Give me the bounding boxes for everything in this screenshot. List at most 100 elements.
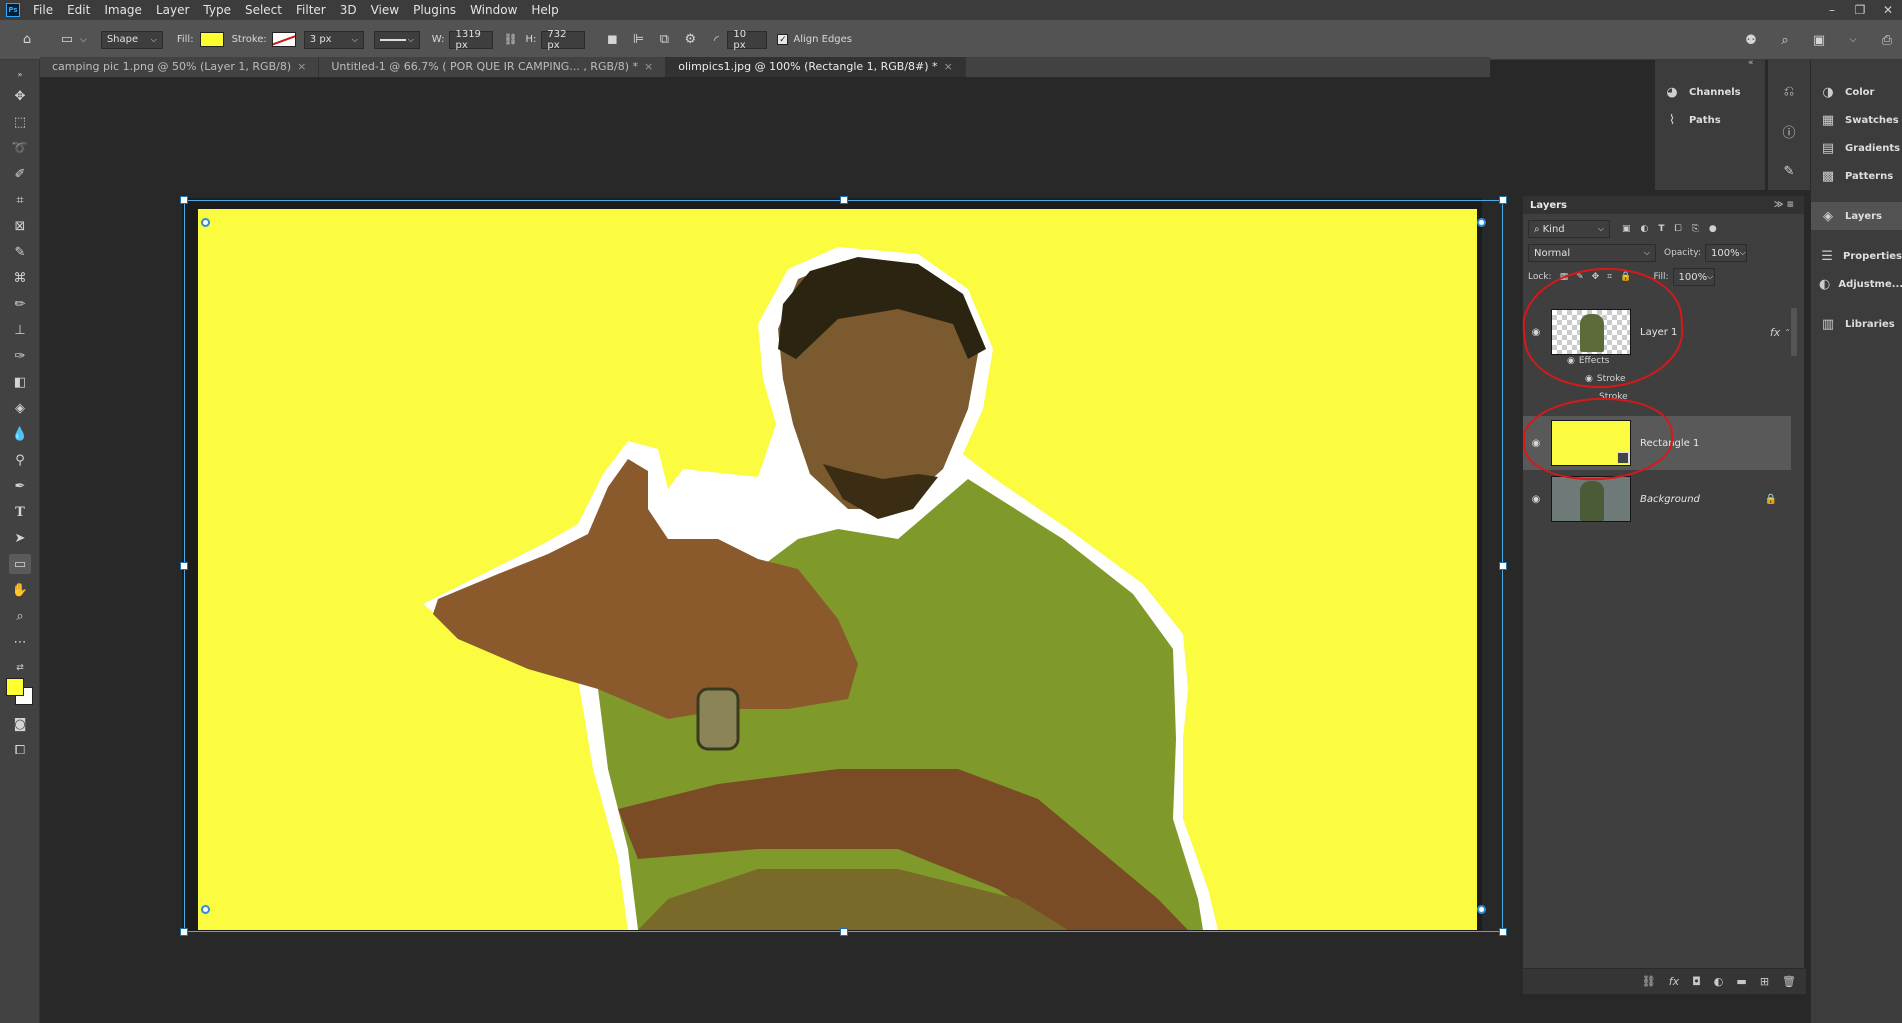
adjustment-layer-icon[interactable]: ◐ — [1714, 975, 1724, 988]
add-layer-style-icon[interactable]: fx — [1669, 975, 1679, 988]
type-tool-icon[interactable]: T — [9, 502, 31, 522]
share-icon[interactable]: ⚉ — [1742, 31, 1760, 49]
tool-preset-icon[interactable]: ▭ — [58, 31, 76, 49]
link-layers-icon[interactable]: ⛓ — [1642, 975, 1656, 988]
eye-icon[interactable]: ◉ — [1529, 494, 1543, 505]
menu-help[interactable]: Help — [524, 0, 565, 20]
collapse-panel-icon[interactable]: « — [1748, 58, 1754, 68]
history-brush-tool-icon[interactable]: ✑ — [9, 346, 31, 366]
dock-item-adjustments[interactable]: ◐ Adjustme... — [1811, 270, 1902, 298]
filter-toggle-icon[interactable]: ● — [1709, 224, 1717, 234]
filter-adjustment-icon[interactable]: ◐ — [1641, 224, 1649, 234]
close-icon[interactable]: × — [297, 60, 306, 73]
more-tools-icon[interactable]: ⋯ — [9, 632, 31, 652]
frame-tool-icon[interactable]: ⊠ — [9, 216, 31, 236]
height-field[interactable]: 732 px — [541, 29, 586, 51]
layer-effects-badge[interactable]: fx — [1770, 326, 1780, 339]
screen-mode-icon[interactable]: ⧠ — [9, 740, 31, 760]
layer-row-background[interactable]: ◉ Background 🔒 — [1523, 474, 1791, 524]
rectangle-tool-icon[interactable]: ▭ — [9, 554, 31, 574]
close-icon[interactable]: × — [944, 60, 953, 73]
clone-stamp-tool-icon[interactable]: ⊥ — [9, 320, 31, 340]
dock-item-color[interactable]: ◑ Color — [1811, 78, 1902, 106]
home-icon[interactable]: ⌂ — [18, 31, 36, 49]
transform-handle-top-left[interactable] — [180, 196, 188, 204]
quick-selection-tool-icon[interactable]: ✐ — [9, 164, 31, 184]
dock-item-swatches[interactable]: ▦ Swatches — [1811, 106, 1902, 134]
menu-layer[interactable]: Layer — [149, 0, 196, 20]
lasso-tool-icon[interactable]: ➰ — [9, 138, 31, 158]
menu-type[interactable]: Type — [196, 0, 238, 20]
layer-kind-select[interactable]: ⌕ Kind ⌵ — [1528, 220, 1610, 238]
brush-settings-icon[interactable]: ✎ — [1780, 162, 1798, 180]
shape-mode-select[interactable]: Shape ⌵ — [100, 30, 163, 49]
transform-handle-top[interactable] — [840, 196, 848, 204]
move-tool-icon[interactable]: ✥ — [9, 86, 31, 106]
tab-olimpics[interactable]: olimpics1.jpg @ 100% (Rectangle 1, RGB/8… — [666, 57, 966, 77]
menu-3d[interactable]: 3D — [333, 0, 364, 20]
blur-tool-icon[interactable]: 💧 — [9, 424, 31, 444]
zoom-tool-icon[interactable]: ⌕ — [9, 606, 31, 626]
info-icon[interactable]: ⓘ — [1780, 122, 1798, 141]
corner-radius-widget[interactable] — [201, 905, 210, 914]
tab-camping-pic[interactable]: camping pic 1.png @ 50% (Layer 1, RGB/8)… — [40, 57, 320, 77]
restore-button[interactable]: ❐ — [1846, 0, 1874, 20]
align-edges-checkbox[interactable]: ✓ — [777, 34, 789, 45]
gear-icon[interactable]: ⚙ — [681, 31, 699, 49]
stroke-width-field[interactable]: 3 px ⌵ — [303, 30, 364, 49]
stroke-swatch[interactable] — [271, 32, 296, 47]
share-export-icon[interactable]: ⎙ — [1878, 31, 1896, 49]
swap-colors-icon[interactable]: ⇄ — [9, 658, 31, 678]
crop-tool-icon[interactable]: ⌗ — [9, 190, 31, 210]
fill-swatch[interactable] — [199, 32, 224, 47]
marquee-tool-icon[interactable]: ⬚ — [9, 112, 31, 132]
tab-untitled[interactable]: Untitled-1 @ 66.7% ( POR QUE IR CAMPING.… — [319, 57, 667, 77]
menu-window[interactable]: Window — [463, 0, 524, 20]
filter-shape-icon[interactable]: ⧠ — [1675, 224, 1682, 234]
stroke-type-select[interactable]: ⌵ — [373, 30, 420, 49]
blend-mode-select[interactable]: Normal ⌵ — [1528, 244, 1656, 262]
menu-view[interactable]: View — [364, 0, 406, 20]
healing-brush-tool-icon[interactable]: ⌘ — [9, 268, 31, 288]
toolbar-collapse-icon[interactable]: » — [9, 64, 31, 84]
menu-filter[interactable]: Filter — [289, 0, 333, 20]
transform-handle-top-right[interactable] — [1499, 196, 1507, 204]
corner-radius-widget[interactable] — [1477, 905, 1486, 914]
history-icon[interactable]: ⎌ — [1780, 82, 1798, 100]
link-icon[interactable]: ⛓ — [501, 31, 519, 49]
search-icon[interactable]: ⌕ — [1776, 31, 1794, 49]
dock-item-properties[interactable]: ☰ Properties — [1811, 242, 1902, 270]
opacity-field[interactable]: 100% ⌵ — [1705, 244, 1747, 262]
new-layer-icon[interactable]: ⊞ — [1760, 975, 1769, 988]
new-group-icon[interactable]: ▬ — [1736, 975, 1746, 988]
close-icon[interactable]: × — [644, 60, 653, 73]
foreground-color-swatch[interactable] — [6, 678, 24, 696]
transform-handle-bottom-left[interactable] — [180, 928, 188, 936]
path-selection-tool-icon[interactable]: ➤ — [9, 528, 31, 548]
dodge-tool-icon[interactable]: ⚲ — [9, 450, 31, 470]
paint-bucket-tool-icon[interactable]: ◈ — [9, 398, 31, 418]
transform-handle-left[interactable] — [180, 562, 188, 570]
transform-handle-bottom-right[interactable] — [1499, 928, 1507, 936]
fill-opacity-field[interactable]: 100% ⌵ — [1672, 268, 1715, 286]
workspace-menu-chevron-icon[interactable]: ⌵ — [1844, 31, 1862, 49]
corner-radius-field[interactable]: 10 px — [727, 29, 768, 51]
eraser-tool-icon[interactable]: ◧ — [9, 372, 31, 392]
width-field[interactable]: 1319 px — [449, 29, 494, 51]
pen-tool-icon[interactable]: ✒ — [9, 476, 31, 496]
preset-chevron-icon[interactable]: ⌵ — [80, 35, 87, 45]
hand-tool-icon[interactable]: ✋ — [9, 580, 31, 600]
layers-scrollbar[interactable] — [1791, 308, 1797, 356]
filter-type-icon[interactable]: T — [1658, 224, 1664, 234]
menu-select[interactable]: Select — [238, 0, 289, 20]
quick-mask-icon[interactable]: ◙ — [9, 714, 31, 734]
path-arrangement-icon[interactable]: ⧉ — [655, 31, 673, 49]
workspace-icon[interactable]: ▣ — [1810, 31, 1828, 49]
dock-item-channels[interactable]: ◕ Channels — [1655, 78, 1765, 106]
menu-plugins[interactable]: Plugins — [406, 0, 463, 20]
menu-edit[interactable]: Edit — [60, 0, 97, 20]
brush-tool-icon[interactable]: ✏ — [9, 294, 31, 314]
path-operations-icon[interactable]: ◼ — [603, 31, 621, 49]
menu-image[interactable]: Image — [97, 0, 149, 20]
transform-handle-right[interactable] — [1499, 562, 1507, 570]
